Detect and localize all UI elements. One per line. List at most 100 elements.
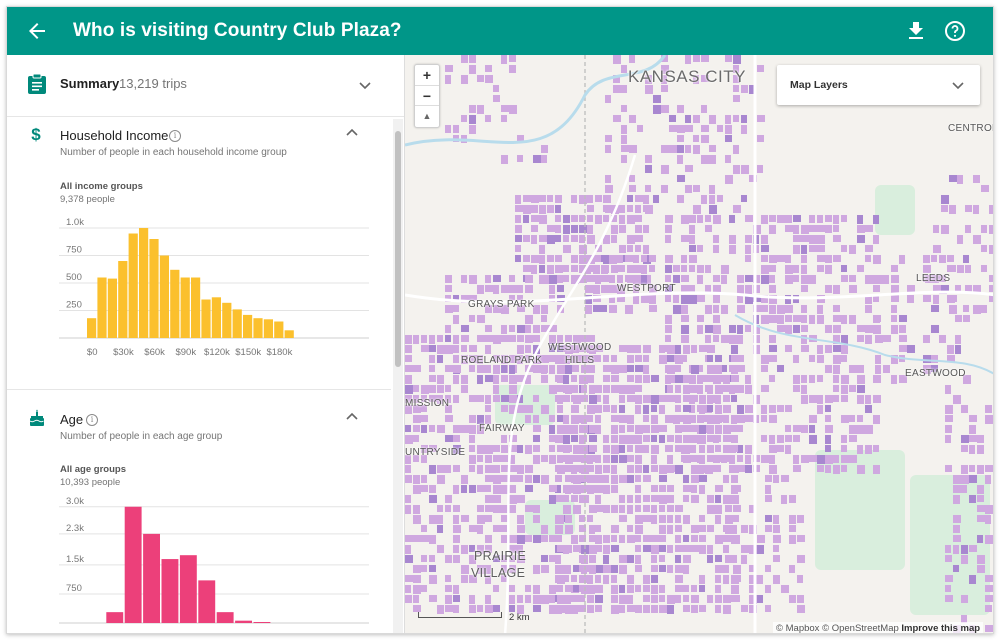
map-block: [667, 365, 675, 374]
map-block: [721, 275, 727, 284]
arrow-back-icon[interactable]: [25, 19, 49, 43]
map-block: [659, 545, 666, 552]
map-block: [485, 595, 491, 604]
map-block: [731, 425, 738, 432]
scrollbar-thumb[interactable]: [395, 131, 401, 367]
map-block: [737, 355, 744, 362]
map-label-westwood: WESTWOOD: [548, 342, 612, 353]
map-block: [549, 485, 557, 492]
map-block: [841, 415, 849, 423]
map-block: [707, 395, 713, 404]
map-block: [603, 355, 609, 362]
map-block: [809, 415, 817, 423]
map-block: [757, 595, 763, 603]
map-block: [725, 115, 731, 124]
map-block: [541, 595, 549, 604]
map-block: [635, 345, 641, 353]
chevron-up-icon[interactable]: [344, 125, 360, 141]
map-block: [517, 445, 523, 453]
map-block: [603, 455, 610, 463]
map-block: [477, 455, 483, 462]
map-block: [789, 515, 796, 524]
map-block: [941, 225, 949, 234]
map-block: [603, 535, 610, 543]
map-block: [707, 545, 713, 554]
info-icon[interactable]: i: [86, 414, 98, 426]
map-block: [643, 465, 649, 473]
map-block: [773, 545, 779, 552]
map-block: [525, 285, 533, 293]
map-block: [413, 335, 419, 344]
map-block: [981, 305, 987, 313]
map-canvas[interactable]: [405, 55, 994, 634]
map-block: [421, 335, 427, 343]
map-block: [989, 285, 993, 292]
map-block: [469, 365, 475, 372]
map-block: [875, 355, 881, 364]
map-block: [485, 465, 493, 473]
map-block: [453, 505, 460, 512]
map-view[interactable]: + − ▲ Map Layers KANSAS CITY CENTROPO GR…: [404, 55, 994, 634]
map-block: [659, 585, 665, 593]
map-block: [825, 225, 832, 233]
map-block: [539, 255, 545, 264]
y-tick-label: 1.5k: [66, 554, 84, 565]
map-block: [453, 515, 459, 524]
map-block: [453, 305, 459, 312]
map-block: [953, 495, 960, 504]
map-block: [549, 425, 555, 434]
map-block: [595, 535, 602, 544]
map-block: [525, 535, 532, 542]
map-block: [769, 215, 776, 222]
zoom-out-button[interactable]: −: [415, 85, 439, 105]
summary-header[interactable]: Summary 13,219 trips: [7, 55, 404, 117]
map-block: [761, 305, 768, 312]
income-bar: [170, 269, 180, 338]
map-block: [693, 185, 700, 192]
map-block: [611, 415, 619, 422]
map-block: [555, 565, 563, 574]
map-block: [675, 525, 682, 532]
map-block: [875, 315, 881, 322]
map-block: [801, 455, 809, 463]
help-icon[interactable]: [943, 19, 967, 43]
map-block: [617, 265, 625, 272]
map-block: [965, 205, 972, 212]
map-block: [549, 275, 557, 284]
map-block: [651, 415, 658, 424]
attribution-text[interactable]: © Mapbox © OpenStreetMap: [776, 623, 899, 633]
map-block: [715, 585, 721, 593]
compass-button[interactable]: ▲: [415, 105, 439, 125]
map-block: [509, 395, 517, 403]
map-block: [793, 275, 799, 282]
map-block: [833, 375, 839, 383]
chevron-down-icon[interactable]: [357, 77, 373, 93]
improve-map-link[interactable]: Improve this map: [901, 623, 980, 633]
map-block: [809, 355, 815, 362]
map-block: [793, 465, 801, 472]
chevron-up-icon[interactable]: [344, 409, 360, 425]
download-icon[interactable]: [904, 19, 928, 43]
map-layers-dropdown[interactable]: Map Layers: [777, 65, 980, 105]
map-block: [731, 445, 738, 452]
map-block: [849, 425, 857, 434]
map-block: [509, 595, 515, 604]
map-block: [589, 555, 596, 563]
map-block: [817, 455, 825, 464]
map-block: [549, 455, 556, 464]
map-block: [781, 475, 789, 482]
map-block: [733, 575, 741, 582]
map-block: [969, 575, 976, 584]
map-block: [633, 255, 639, 263]
info-icon[interactable]: i: [169, 130, 181, 142]
map-block: [621, 135, 627, 144]
map-block: [627, 365, 634, 372]
map-block: [841, 465, 847, 472]
map-block: [825, 345, 832, 353]
map-block: [833, 355, 841, 364]
map-block: [595, 595, 603, 603]
zoom-in-button[interactable]: +: [415, 65, 439, 85]
map-block: [691, 585, 697, 592]
map-block: [619, 395, 625, 403]
age-bar: [161, 559, 179, 623]
